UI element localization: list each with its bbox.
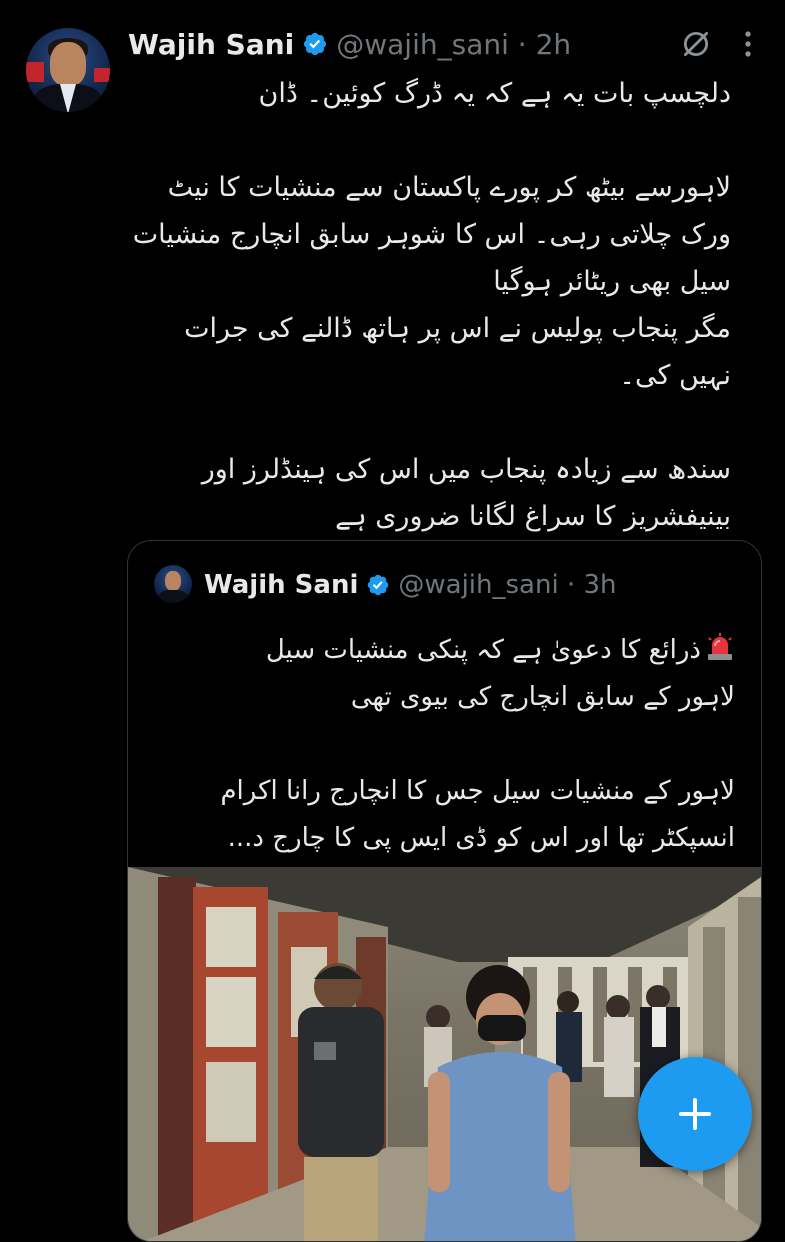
tweet-text: دلچسپ بات یہ ہے کہ یہ ڈرگ کوئین۔ ڈان لاہ… xyxy=(131,70,731,540)
tweet-line: لاہورسے بیٹھ کر پورے پاکستان سے منشیات ک… xyxy=(167,172,731,203)
quoted-handle-time: @wajih_sani · 3h xyxy=(398,570,617,600)
avatar-face xyxy=(50,42,86,86)
verified-badge-icon xyxy=(304,32,327,56)
plus-icon xyxy=(679,1098,711,1130)
grok-icon[interactable] xyxy=(679,27,713,61)
tweet-header: Wajih Sani @wajih_sani · 2h xyxy=(128,24,765,64)
more-vertical-icon[interactable] xyxy=(731,27,765,61)
tweet-line: سندھ سے زیادہ پنجاب میں اس کی ہینڈلرز او… xyxy=(201,454,731,485)
quoted-avatar-face xyxy=(165,571,181,591)
avatar-bg-red-right xyxy=(94,68,110,82)
police-light-icon xyxy=(708,633,732,660)
quoted-header: Wajih Sani @wajih_sani · 3h xyxy=(204,563,617,607)
quoted-media-video[interactable] xyxy=(128,867,761,1241)
quoted-author-avatar xyxy=(154,565,192,603)
corridor-photo xyxy=(128,867,761,1241)
quoted-tweet-text: ذرائع کا دعویٰ ہے کہ پنکی منشیات سیل لاہ… xyxy=(175,627,735,862)
quoted-author-name: Wajih Sani xyxy=(204,570,359,600)
compose-button[interactable] xyxy=(638,1057,752,1171)
tweet-line: سیل بھی ریٹائر ہوگیا xyxy=(493,266,731,297)
avatar-bg-red xyxy=(26,62,44,82)
quoted-line: لاہور کے منشیات سیل جس کا انچارج رانا اک… xyxy=(220,776,735,806)
tweet-line: نہیں کی۔ xyxy=(619,360,731,391)
quoted-line xyxy=(175,721,735,768)
quoted-line: لاہور کے سابق انچارج کی بیوی تھی xyxy=(350,682,735,712)
author-avatar[interactable] xyxy=(26,28,110,112)
quoted-avatar-suit xyxy=(158,590,188,603)
tweet-line xyxy=(131,117,731,164)
quoted-line-text: ذرائع کا دعویٰ ہے کہ پنکی منشیات سیل xyxy=(265,635,701,665)
verified-badge-icon xyxy=(368,574,389,596)
tweet-line: مگر پنجاب پولیس نے اس پر ہاتھ ڈالنے کی ج… xyxy=(184,313,731,344)
tweet-line: دلچسپ بات یہ ہے کہ یہ ڈرگ کوئین۔ ڈان xyxy=(258,78,732,109)
tweet-line: بینیفشریز کا سراغ لگانا ضروری ہے xyxy=(335,501,731,532)
author-handle-time[interactable]: @wajih_sani · 2h xyxy=(336,28,571,61)
tweet-line xyxy=(131,399,731,446)
quoted-line-1: ذرائع کا دعویٰ ہے کہ پنکی منشیات سیل xyxy=(175,627,735,674)
quoted-line: انسپکٹر تھا اور اس کو ڈی ایس پی کا چارج … xyxy=(227,823,735,853)
author-name[interactable]: Wajih Sani xyxy=(128,28,294,61)
tweet-line: ورک چلاتی رہی۔ اس کا شوہر سابق انچارج من… xyxy=(132,219,731,250)
